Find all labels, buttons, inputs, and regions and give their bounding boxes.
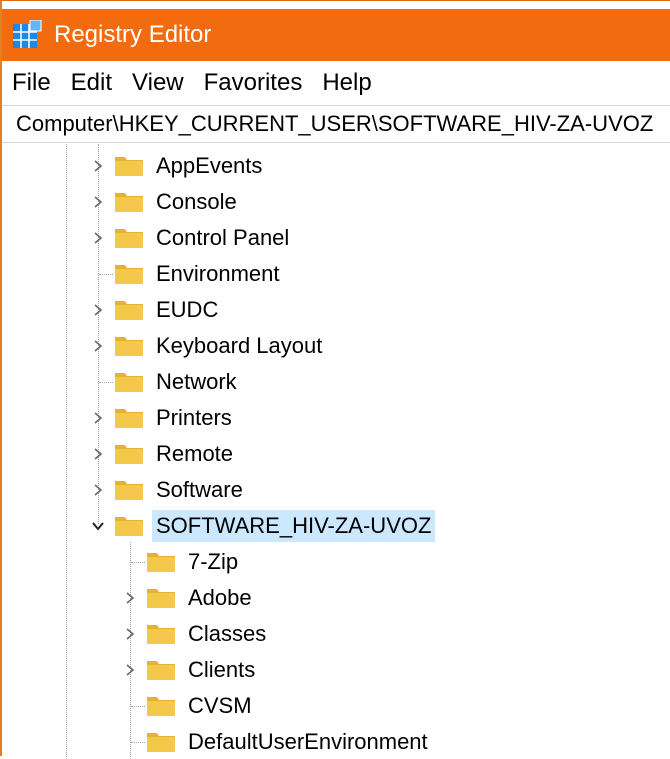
chevron-right-icon[interactable]	[88, 408, 108, 428]
registry-editor-window: Registry Editor File Edit View Favorites…	[0, 0, 670, 757]
tree-node-label: EUDC	[156, 297, 219, 322]
menu-bar: File Edit View Favorites Help	[2, 61, 670, 105]
tree-node-label: SOFTWARE_HIV-ZA-UVOZ	[152, 510, 436, 542]
tree-connector	[131, 562, 145, 563]
chevron-right-icon[interactable]	[120, 660, 140, 680]
chevron-right-icon[interactable]	[88, 480, 108, 500]
menu-help[interactable]: Help	[312, 69, 381, 97]
tree-node-remote[interactable]: Remote	[2, 437, 670, 471]
tree-node-console[interactable]: Console	[2, 185, 670, 219]
menu-favorites[interactable]: Favorites	[194, 69, 313, 97]
tree-node-network[interactable]: Network	[2, 365, 670, 399]
folder-icon	[146, 621, 176, 645]
folder-icon	[114, 405, 144, 429]
tree-node-control-panel[interactable]: Control Panel	[2, 221, 670, 255]
title-bar[interactable]: Registry Editor	[2, 9, 670, 61]
tree-connector	[99, 382, 113, 383]
tree-node-keyboard-layout[interactable]: Keyboard Layout	[2, 329, 670, 363]
address-bar[interactable]: Computer\HKEY_CURRENT_USER\SOFTWARE_HIV-…	[2, 105, 670, 143]
menu-edit[interactable]: Edit	[61, 69, 122, 97]
chevron-down-icon[interactable]	[88, 516, 108, 536]
folder-icon	[114, 477, 144, 501]
folder-icon	[114, 261, 144, 285]
chevron-right-icon[interactable]	[88, 336, 108, 356]
tree-node-appevents[interactable]: AppEvents	[2, 149, 670, 183]
tree-node-cvsm[interactable]: CVSM	[2, 689, 670, 723]
tree-node-defaultuserenvironment[interactable]: DefaultUserEnvironment	[2, 725, 670, 759]
folder-icon	[146, 693, 176, 717]
window-top-edge	[2, 1, 670, 9]
folder-icon	[146, 549, 176, 573]
tree-node-label: Printers	[156, 405, 232, 430]
tree-node-classes[interactable]: Classes	[2, 617, 670, 651]
tree-node-environment[interactable]: Environment	[2, 257, 670, 291]
tree-node-label: Keyboard Layout	[156, 333, 323, 358]
folder-icon	[114, 189, 144, 213]
address-path[interactable]: Computer\HKEY_CURRENT_USER\SOFTWARE_HIV-…	[2, 111, 653, 137]
tree-connector	[99, 274, 113, 275]
folder-icon	[114, 297, 144, 321]
chevron-right-icon[interactable]	[88, 228, 108, 248]
tree-node-software-hiv-za-uvoz[interactable]: SOFTWARE_HIV-ZA-UVOZ	[2, 509, 670, 543]
chevron-right-icon[interactable]	[120, 588, 140, 608]
menu-view[interactable]: View	[122, 69, 194, 97]
chevron-right-icon[interactable]	[88, 444, 108, 464]
registry-tree[interactable]: AppEvents Console Control Panel Environment…	[2, 144, 670, 757]
registry-editor-icon	[12, 19, 42, 50]
chevron-right-icon[interactable]	[120, 624, 140, 644]
tree-node-label: Console	[156, 189, 237, 214]
tree-node-label: Network	[156, 369, 237, 394]
tree-connector	[131, 706, 145, 707]
chevron-right-icon[interactable]	[88, 300, 108, 320]
folder-icon	[114, 333, 144, 357]
tree-node-label: AppEvents	[156, 153, 263, 178]
folder-icon	[146, 729, 176, 753]
folder-icon	[114, 153, 144, 177]
tree-node-clients[interactable]: Clients	[2, 653, 670, 687]
folder-icon	[114, 441, 144, 465]
tree-node-label: CVSM	[188, 693, 252, 718]
tree-node-label: Environment	[156, 261, 280, 286]
folder-icon	[146, 657, 176, 681]
tree-node-label: Classes	[188, 621, 267, 646]
chevron-right-icon[interactable]	[88, 192, 108, 212]
tree-node-label: Adobe	[188, 585, 252, 610]
chevron-right-icon[interactable]	[88, 156, 108, 176]
folder-icon	[114, 225, 144, 249]
tree-connector	[131, 742, 145, 743]
tree-node-label: Clients	[188, 657, 256, 682]
window-title: Registry Editor	[54, 21, 212, 48]
tree-node-label: Remote	[156, 441, 234, 466]
tree-node-label: Software	[156, 477, 243, 502]
tree-node-printers[interactable]: Printers	[2, 401, 670, 435]
folder-icon	[114, 513, 144, 537]
tree-node-adobe[interactable]: Adobe	[2, 581, 670, 615]
tree-node-label: 7-Zip	[188, 549, 239, 574]
folder-icon	[114, 369, 144, 393]
tree-node-label: Control Panel	[156, 225, 290, 250]
tree-node-eudc[interactable]: EUDC	[2, 293, 670, 327]
folder-icon	[146, 585, 176, 609]
tree-node-label: DefaultUserEnvironment	[188, 729, 428, 754]
tree-node-7-zip[interactable]: 7-Zip	[2, 545, 670, 579]
tree-node-software[interactable]: Software	[2, 473, 670, 507]
menu-file[interactable]: File	[2, 69, 61, 97]
